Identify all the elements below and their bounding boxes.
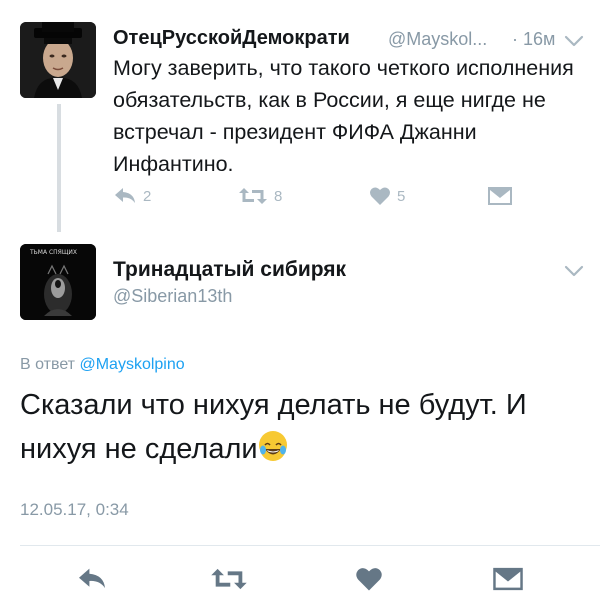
parent-avatar[interactable] <box>20 22 96 98</box>
reply-to-handle-link[interactable]: @Mayskolpino <box>79 356 184 373</box>
portrait-image <box>20 22 96 98</box>
main-like-button[interactable] <box>355 566 383 592</box>
reply-icon <box>115 188 135 203</box>
parent-retweet-count: 8 <box>274 187 283 205</box>
main-avatar[interactable]: ТЬМА СПЯЩИХ <box>20 244 96 320</box>
reply-prefix: В ответ <box>20 356 76 373</box>
reply-context: В ответ @Mayskolpino <box>20 356 185 374</box>
chevron-down-icon[interactable] <box>564 34 584 48</box>
parent-display-name[interactable]: ОтецРусскойДемократи <box>113 27 350 50</box>
main-display-name[interactable]: Тринадцатый сибиряк <box>113 258 346 282</box>
parent-time[interactable]: · 16м <box>512 29 555 50</box>
avatar-caption: ТЬМА СПЯЩИХ <box>29 249 77 256</box>
retweet-icon <box>211 568 247 590</box>
thread-connector-line <box>57 104 61 232</box>
parent-retweet-button[interactable]: 8 <box>238 186 282 206</box>
parent-reply-count: 2 <box>143 187 152 205</box>
envelope-icon <box>493 567 523 591</box>
parent-handle[interactable]: @Mayskol... <box>388 29 487 50</box>
tweet-timestamp[interactable]: 12.05.17, 0:34 <box>20 500 129 520</box>
parent-action-bar: 2 8 5 <box>113 184 533 210</box>
divider <box>20 545 600 546</box>
parent-like-button[interactable]: 5 <box>369 186 405 206</box>
book-cover-image: ТЬМА СПЯЩИХ <box>20 244 96 320</box>
tears-of-joy-emoji-icon <box>258 431 287 461</box>
main-tweet-text-block: Сказали что нихуя делать не будут. И них… <box>20 383 585 471</box>
parent-like-count: 5 <box>397 187 406 205</box>
main-retweet-button[interactable] <box>210 566 248 592</box>
parent-tweet-text: Могу заверить, что такого четкого исполн… <box>113 56 574 176</box>
parent-reply-button[interactable]: 2 <box>113 186 151 206</box>
parent-dm-button[interactable] <box>487 186 513 206</box>
main-reply-button[interactable] <box>76 566 108 592</box>
envelope-icon <box>488 187 512 205</box>
retweet-icon <box>239 188 267 204</box>
reply-icon <box>79 568 105 589</box>
emoji-graphic <box>259 435 286 461</box>
main-handle[interactable]: @Siberian13th <box>113 286 232 307</box>
heart-icon <box>370 187 390 205</box>
main-action-bar <box>0 560 600 596</box>
chevron-down-icon[interactable] <box>564 264 584 278</box>
heart-icon <box>356 568 382 591</box>
main-dm-button[interactable] <box>492 566 524 592</box>
